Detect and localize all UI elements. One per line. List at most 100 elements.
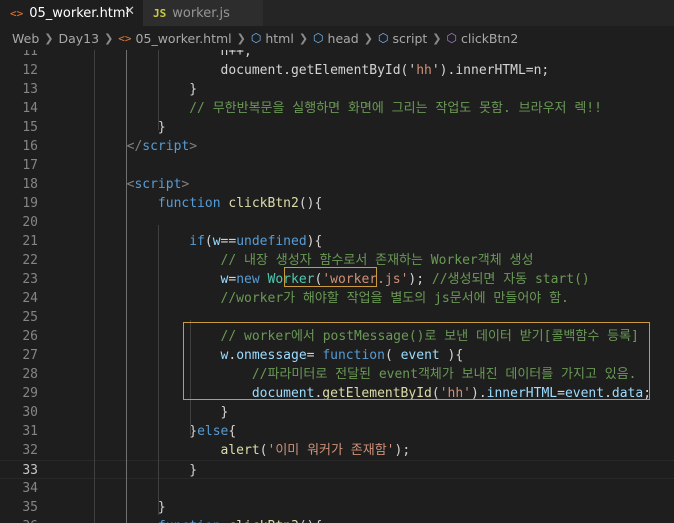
tab-label: worker.js — [172, 5, 230, 21]
breadcrumb-item-clickbtn2[interactable]: clickBtn2 — [461, 31, 518, 46]
element-icon: ⬡ — [313, 31, 324, 45]
element-icon: ⬡ — [250, 31, 262, 45]
line-number: 24 — [22, 291, 38, 306]
indent-guide — [158, 225, 159, 515]
code-text: } — [64, 405, 229, 420]
chevron-right-icon: ❯ — [298, 31, 309, 45]
code-text: //파라미터로 전달된 event객체가 보내진 데이터를 가지고 있음. — [64, 367, 637, 382]
code-text: //worker가 해야할 작업을 별도의 js문서에 만들어야 함. — [64, 291, 569, 306]
line-number: 32 — [22, 443, 38, 458]
indent-guide — [190, 320, 191, 435]
indent-guide — [126, 50, 127, 523]
code-editor[interactable]: 11 n++; 12 document.getElementById('hh').… — [0, 50, 674, 523]
code-text: function clickBtn2(){ — [64, 196, 323, 211]
code-line[interactable]: 34 — [0, 479, 674, 498]
line-number: 27 — [22, 348, 38, 363]
chevron-right-icon: ❯ — [363, 31, 373, 45]
tab-worker-js[interactable]: JS worker.js — [143, 0, 263, 26]
line-number: 30 — [22, 405, 38, 420]
line-number: 29 — [22, 386, 38, 401]
code-line[interactable]: 17 — [0, 156, 674, 175]
code-line[interactable]: 20 — [0, 213, 674, 232]
code-line[interactable]: 14 // 무한반복문을 실행하면 화면에 그리는 작업도 못함. 브라우저 렉… — [0, 99, 674, 118]
breadcrumb-item-html[interactable]: html — [265, 31, 293, 46]
code-line[interactable]: 31 }else{ — [0, 422, 674, 441]
code-text: } — [64, 82, 198, 97]
code-line[interactable]: 18 <script> — [0, 175, 674, 194]
breadcrumb-item-head[interactable]: head — [328, 31, 359, 46]
line-number: 19 — [22, 196, 38, 211]
indent-guide — [158, 50, 159, 130]
breadcrumb-item-web[interactable]: Web — [12, 31, 39, 46]
indent-guide — [94, 50, 95, 523]
code-text: } — [64, 500, 166, 515]
code-text: } — [64, 120, 166, 135]
chevron-right-icon: ❯ — [432, 31, 442, 45]
js-file-icon: JS — [153, 6, 167, 20]
chevron-right-icon: ❯ — [104, 31, 114, 45]
tab-05-worker-html[interactable]: <> 05_worker.html ✕ — [0, 0, 143, 26]
line-number: 33 — [22, 463, 38, 478]
method-icon: ⬡ — [446, 31, 457, 45]
code-line[interactable]: 12 document.getElementById('hh').innerHT… — [0, 61, 674, 80]
breadcrumb-item-day13[interactable]: Day13 — [58, 31, 99, 46]
html-file-icon: <> — [118, 31, 132, 45]
code-text: // 무한반복문을 실행하면 화면에 그리는 작업도 못함. 브라우저 렉!! — [64, 101, 602, 116]
code-line[interactable]: 29 document.getElementById('hh').innerHT… — [0, 384, 674, 403]
code-line[interactable]: 19 function clickBtn2(){ — [0, 194, 674, 213]
line-number: 31 — [22, 424, 38, 439]
code-text: function clickBtn3(){ — [64, 517, 322, 523]
code-text: } — [64, 463, 198, 478]
code-line[interactable]: 28 //파라미터로 전달된 event객체가 보내진 데이터를 가지고 있음. — [0, 365, 674, 384]
code-line[interactable]: 33 } — [0, 460, 674, 479]
code-line[interactable]: 16 </script> — [0, 137, 674, 156]
code-line[interactable]: 15 } — [0, 118, 674, 137]
code-text: document.getElementById('hh').innerHTML=… — [251, 386, 652, 401]
code-text: // worker에서 postMessage()로 보낸 데이터 받기[콜백함… — [64, 329, 639, 344]
code-line[interactable]: 22 // 내장 생성자 함수로서 존재하는 Worker객체 생성 — [0, 251, 674, 270]
code-text: alert('이미 워커가 존재함'); — [64, 443, 411, 458]
chevron-right-icon: ❯ — [236, 31, 246, 45]
tab-label: 05_worker.html — [29, 5, 130, 21]
code-line[interactable]: 26 // worker에서 postMessage()로 보낸 데이터 받기[… — [0, 327, 674, 346]
code-line[interactable]: 32 alert('이미 워커가 존재함'); — [0, 441, 674, 460]
close-icon[interactable]: ✕ — [124, 4, 135, 19]
editor-tab-bar: <> 05_worker.html ✕ JS worker.js — [0, 0, 674, 26]
line-number: 25 — [22, 310, 38, 325]
code-line[interactable]: 35 } — [0, 498, 674, 517]
code-line[interactable]: 21 if(w==undefined){ — [0, 232, 674, 251]
line-number: 14 — [22, 101, 38, 116]
code-line[interactable]: 36 function clickBtn3(){ — [0, 517, 674, 523]
code-text: </script> — [64, 139, 198, 154]
line-number: 22 — [22, 253, 38, 268]
code-text: w=new Worker('worker.js'); //생성되면 자동 sta… — [64, 272, 590, 287]
code-text: }else{ — [64, 424, 237, 439]
line-number: 13 — [22, 82, 38, 97]
line-number: 35 — [22, 500, 38, 515]
code-line[interactable]: 13 } — [0, 80, 674, 99]
line-number: 34 — [22, 481, 38, 496]
code-text: // 내장 생성자 함수로서 존재하는 Worker객체 생성 — [64, 253, 534, 268]
code-line[interactable]: 24 //worker가 해야할 작업을 별도의 js문서에 만들어야 함. — [0, 289, 674, 308]
code-line[interactable]: 30 } — [0, 403, 674, 422]
line-number: 12 — [22, 63, 38, 78]
breadcrumb-item-file[interactable]: 05_worker.html — [136, 31, 232, 46]
line-number: 15 — [22, 120, 38, 135]
line-number: 28 — [22, 367, 38, 382]
line-number: 20 — [22, 215, 38, 230]
line-number: 26 — [22, 329, 38, 344]
code-line[interactable]: 25 — [0, 308, 674, 327]
line-number: 36 — [0, 517, 38, 523]
chevron-right-icon: ❯ — [44, 31, 54, 45]
code-line[interactable]: 23 w=new Worker('worker.js'); //생성되면 자동 … — [0, 270, 674, 289]
code-text: w.onmessage= function( event ){ — [64, 348, 464, 363]
breadcrumb: Web ❯ Day13 ❯ <> 05_worker.html ❯ ⬡ html… — [0, 26, 674, 50]
line-number: 23 — [22, 272, 38, 287]
code-text: if(w==undefined){ — [64, 234, 323, 249]
line-number: 17 — [22, 158, 38, 173]
line-number: 16 — [22, 139, 38, 154]
code-line[interactable]: 27 w.onmessage= function( event ){ — [0, 346, 674, 365]
element-icon: ⬡ — [377, 31, 389, 45]
code-line[interactable]: 11 n++; — [0, 50, 674, 61]
breadcrumb-item-script[interactable]: script — [392, 31, 427, 46]
